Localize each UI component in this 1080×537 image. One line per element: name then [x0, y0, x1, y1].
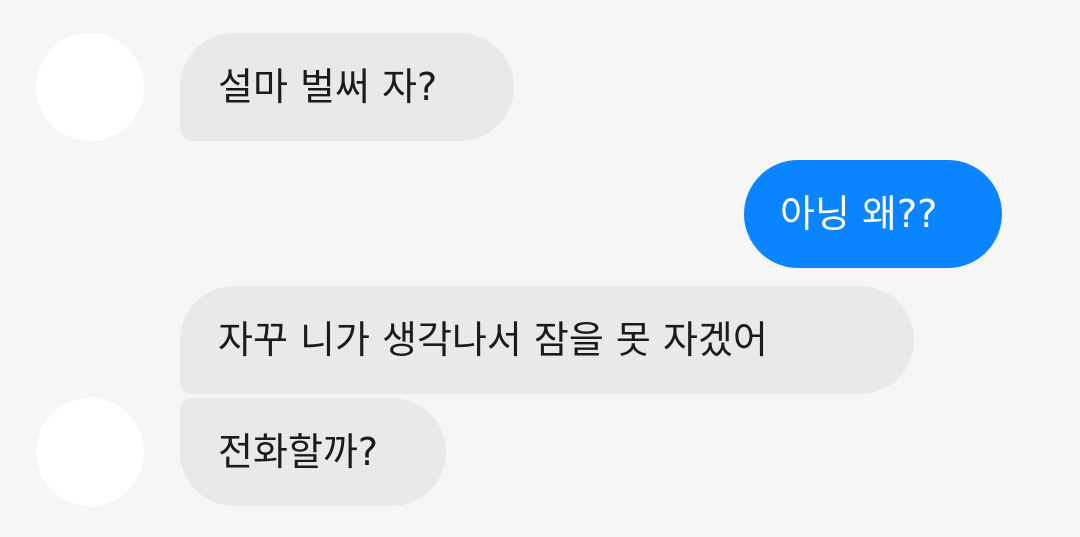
message-text: 전화할까? [218, 430, 379, 474]
contact-avatar[interactable] [36, 398, 144, 506]
message-text: 자꾸 니가 생각나서 잠을 못 자겠어 [218, 318, 768, 362]
contact-avatar[interactable] [36, 33, 144, 141]
outgoing-message-bubble[interactable]: 아닝 왜?? [744, 160, 1002, 268]
message-text: 설마 벌써 자? [218, 65, 438, 109]
message-text: 아닝 왜?? [780, 192, 938, 236]
incoming-message-bubble[interactable]: 설마 벌써 자? [180, 33, 514, 141]
incoming-message-bubble[interactable]: 자꾸 니가 생각나서 잠을 못 자겠어 [180, 286, 914, 394]
incoming-message-bubble[interactable]: 전화할까? [180, 398, 446, 506]
